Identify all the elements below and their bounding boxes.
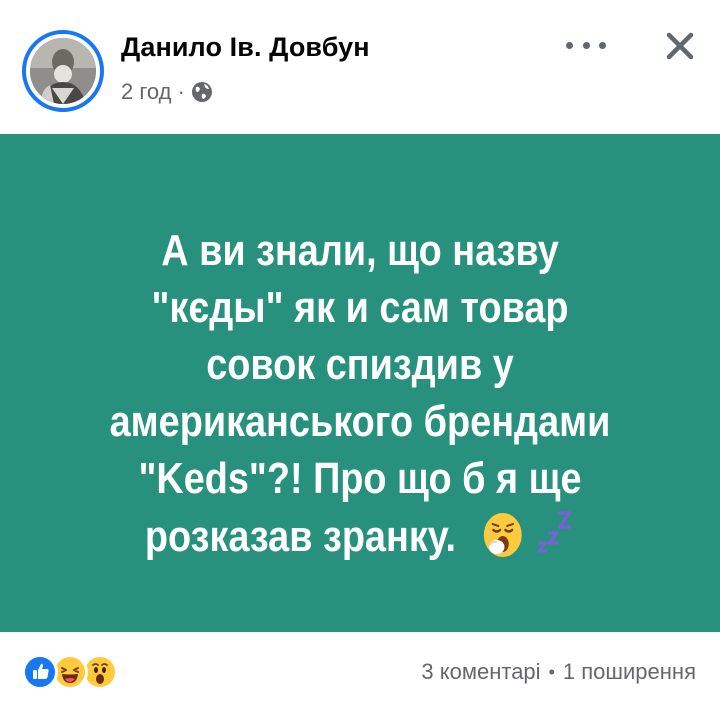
post-line: американського брендами — [109, 397, 611, 446]
post-line: совок спиздив у — [206, 340, 514, 389]
counts-separator: • — [548, 661, 555, 682]
zzz-emoji — [534, 507, 575, 555]
post-last-line: розказав зранку. — [50, 507, 669, 565]
post-header: Данило Ів. Довбун 2 год · — [0, 0, 720, 134]
more-icon[interactable] — [566, 34, 606, 56]
post-line: А ви знали, що назву — [161, 226, 559, 275]
engagement-counts: 3 коментарі • 1 поширення — [421, 659, 696, 685]
avatar-image — [30, 38, 96, 104]
post-line: "Keds"?! Про що б я ще — [138, 454, 582, 503]
meta-separator: · — [177, 79, 185, 104]
shares-count[interactable]: 1 поширення — [563, 659, 696, 685]
like-icon — [22, 654, 58, 690]
post-meta: 2 год · — [121, 79, 213, 105]
close-icon[interactable] — [664, 30, 696, 62]
post-text: А ви знали, що назву "кєды" як и сам тов… — [50, 222, 669, 565]
post-time[interactable]: 2 год — [121, 79, 171, 105]
author-name[interactable]: Данило Ів. Довбун — [121, 32, 370, 63]
yawning-face-emoji — [482, 511, 523, 559]
reaction-summary[interactable] — [22, 654, 132, 690]
more-dot — [566, 41, 573, 49]
more-dot — [582, 41, 590, 49]
post-line: "кєды" як и сам товар — [151, 283, 569, 332]
avatar[interactable] — [22, 30, 104, 112]
globe-icon — [191, 81, 213, 103]
post-line: розказав зранку. — [144, 512, 457, 561]
more-dot — [599, 41, 606, 49]
comments-count[interactable]: 3 коментарі — [421, 659, 540, 685]
